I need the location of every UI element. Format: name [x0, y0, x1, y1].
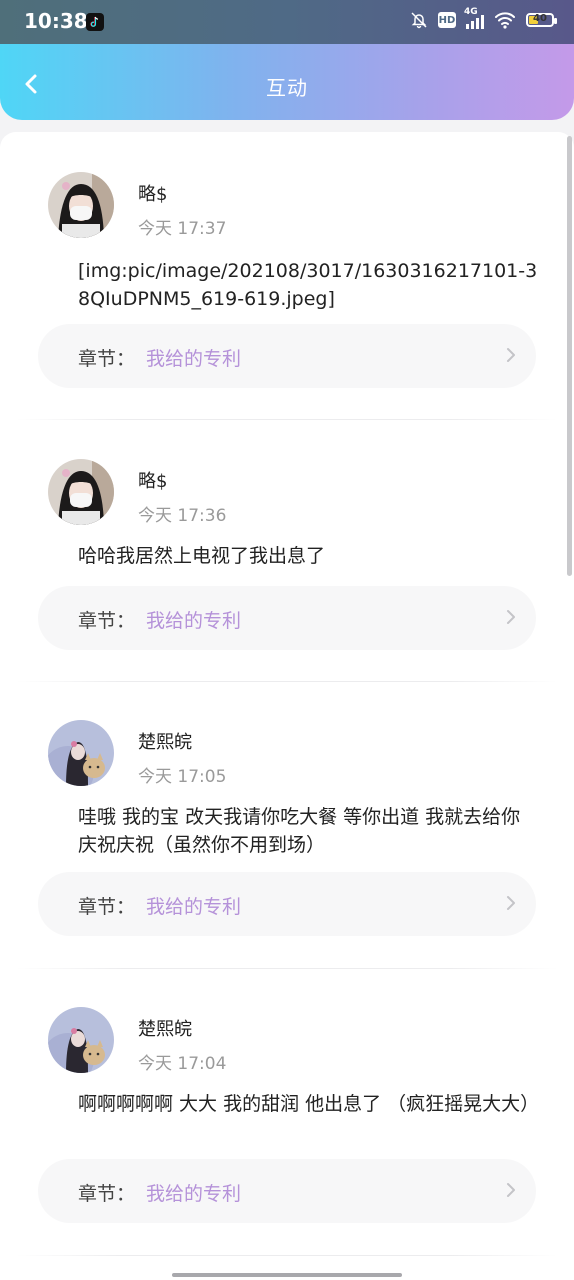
username[interactable]: 略$: [138, 180, 167, 206]
page-title: 互动: [266, 76, 308, 100]
username[interactable]: 略$: [138, 467, 167, 493]
chapter-title: 我给的专利: [146, 896, 242, 918]
chapter-title: 我给的专利: [146, 1183, 242, 1205]
comment-time: 今天 17:04: [138, 1054, 227, 1074]
chapter-title: 我给的专利: [146, 610, 242, 632]
chapter-label: 章节：: [78, 896, 136, 918]
comment-text: 哈哈我居然上电视了我出息了: [78, 545, 326, 567]
wifi-icon: [495, 12, 515, 29]
avatar[interactable]: [48, 172, 114, 238]
tiktok-icon: [86, 13, 104, 31]
chevron-right-icon: [507, 348, 515, 362]
avatar[interactable]: [48, 1007, 114, 1073]
chevron-right-icon: [507, 610, 515, 624]
divider: [16, 968, 558, 969]
avatar-girl-cat-image: [48, 720, 114, 786]
comment-time: 今天 17:36: [138, 506, 227, 526]
username[interactable]: 楚熙皖: [138, 1015, 192, 1041]
chevron-right-icon: [507, 1183, 515, 1197]
chevron-right-icon: [507, 896, 515, 910]
chapter-link[interactable]: 章节： 我给的专利: [38, 872, 536, 936]
interaction-list-panel[interactable]: 略$ 今天 17:37 [img:pic/image/202108/3017/1…: [0, 132, 574, 1280]
chapter-link[interactable]: 章节： 我给的专利: [38, 324, 536, 388]
bell-muted-icon: [411, 12, 427, 29]
divider: [16, 681, 558, 682]
status-icons: HD 4G 40: [410, 7, 557, 29]
chapter-label: 章节：: [78, 348, 136, 370]
avatar-girl-mask-image: [48, 459, 114, 525]
chapter-title: 我给的专利: [146, 348, 242, 370]
scrollbar[interactable]: [567, 136, 572, 576]
avatar-girl-mask-image: [48, 172, 114, 238]
username[interactable]: 楚熙皖: [138, 728, 192, 754]
hd-icon: HD: [438, 12, 456, 28]
tiktok-note-icon: [90, 16, 99, 27]
chapter-label: 章节：: [78, 610, 136, 632]
battery-level: 40: [533, 13, 547, 24]
avatar-girl-cat-image: [48, 1007, 114, 1073]
chapter-link[interactable]: 章节： 我给的专利: [38, 586, 536, 650]
chapter-link[interactable]: 章节： 我给的专利: [38, 1159, 536, 1223]
divider: [16, 1255, 558, 1256]
status-bar: 10:38 HD 4G 40: [0, 0, 574, 44]
cell-signal-icon: 4G: [464, 7, 484, 29]
battery-icon: 40: [526, 13, 557, 27]
divider: [16, 419, 558, 420]
chapter-label: 章节：: [78, 1183, 136, 1205]
comment-time: 今天 17:37: [138, 219, 227, 239]
avatar[interactable]: [48, 459, 114, 525]
comment-text: 啊啊啊啊啊 大大 我的甜润 他出息了 （疯狂摇晃大大）: [78, 1093, 540, 1115]
avatar[interactable]: [48, 720, 114, 786]
status-time: 10:38: [24, 9, 88, 33]
comment-text: [img:pic/image/202108/3017/1630316217101…: [78, 260, 538, 310]
comment-text: 哇哦 我的宝 改天我请你吃大餐 等你出道 我就去给你庆祝庆祝（虽然你不用到场）: [78, 806, 521, 856]
comment-time: 今天 17:05: [138, 767, 227, 787]
home-indicator[interactable]: [172, 1273, 402, 1277]
network-type: 4G: [464, 7, 478, 17]
